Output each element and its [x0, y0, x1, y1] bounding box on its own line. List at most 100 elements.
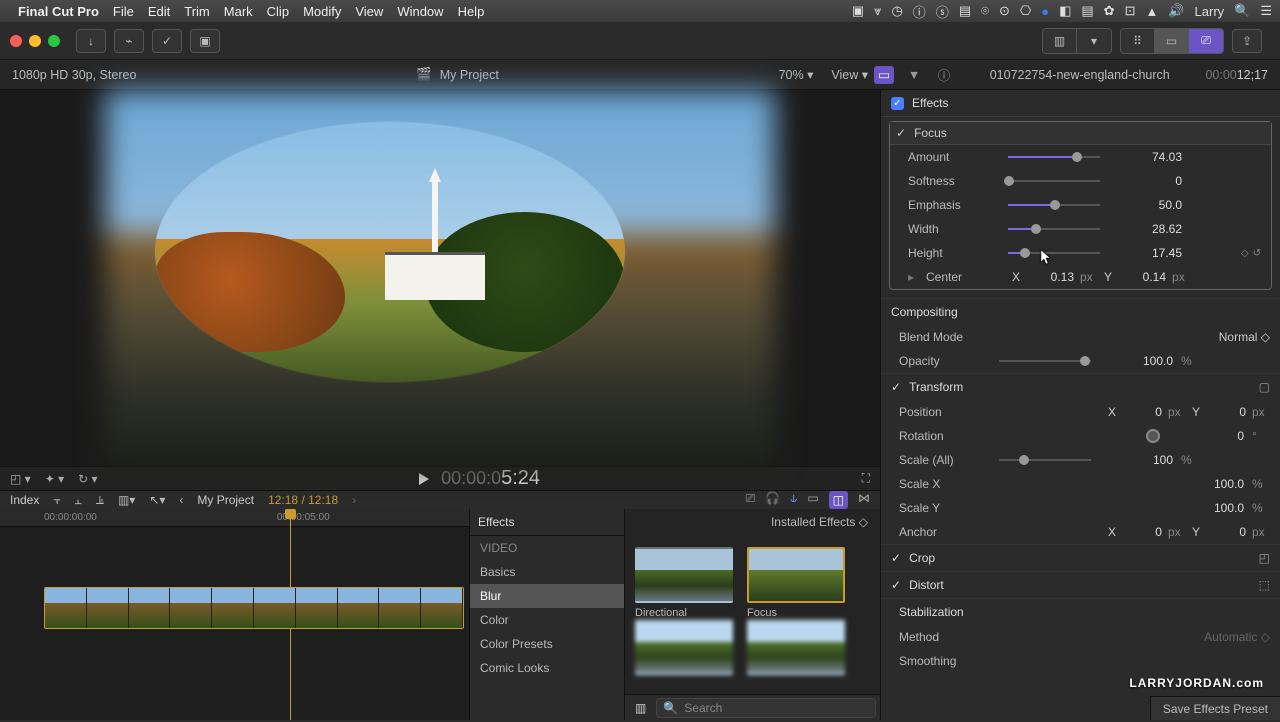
crop-icon[interactable]: ◰ [1259, 551, 1270, 565]
fx-thumb-directional[interactable]: Directional [635, 547, 733, 619]
keyword-button[interactable]: ⌁ [114, 29, 144, 53]
skimming-icon[interactable]: ▭ [807, 491, 818, 509]
menu-view[interactable]: View [355, 4, 383, 19]
timeline-project-name[interactable]: My Project [197, 493, 254, 507]
fx-cat-blur[interactable]: Blur [470, 584, 624, 608]
video-inspector-tab[interactable]: ▭ [874, 66, 894, 84]
zoom-window-icon[interactable] [48, 35, 60, 47]
viewer[interactable] [0, 90, 880, 466]
audio-meter-icon[interactable]: 🎧 [765, 491, 780, 509]
amount-slider[interactable] [1008, 156, 1100, 158]
index-button[interactable]: Index [10, 493, 39, 507]
trim-icon[interactable]: ⋈ [858, 491, 870, 509]
status-icon[interactable]: ◷ [891, 3, 902, 19]
library-toggle[interactable]: ▥ ▾ [1042, 28, 1112, 54]
transform-checkbox[interactable]: ✓ [891, 380, 901, 394]
menu-edit[interactable]: Edit [148, 4, 170, 19]
inspector-toggle-icon[interactable]: ⎚ [1189, 29, 1223, 53]
amount-value[interactable]: 74.03 [1112, 150, 1182, 164]
status-icon[interactable]: ⩔ [874, 3, 881, 19]
share-button[interactable]: ⇪ [1232, 29, 1262, 53]
fx-thumb-focus[interactable]: Focus [747, 547, 845, 619]
status-icon[interactable]: ▣ [852, 3, 864, 19]
status-icon[interactable]: ⓘ [913, 2, 926, 21]
status-icon[interactable]: ▤ [1081, 3, 1093, 19]
rotation-value[interactable]: 0 [1174, 429, 1244, 443]
position-x-value[interactable]: 0 [1122, 405, 1162, 419]
solo-icon[interactable]: ◫ [829, 491, 848, 509]
transform-icon[interactable]: ▢ [1259, 380, 1270, 394]
project-title[interactable]: My Project [440, 68, 499, 82]
center-y-value[interactable]: 0.14 [1118, 270, 1166, 284]
anchor-y-value[interactable]: 0 [1206, 525, 1246, 539]
volume-icon[interactable]: 🔊 [1168, 3, 1184, 19]
scale-all-slider[interactable] [999, 459, 1091, 461]
focus-checkbox[interactable]: ✓ [896, 126, 906, 140]
effects-search[interactable]: 🔍 Search [656, 698, 876, 718]
info-inspector-tab[interactable]: ⓘ [934, 66, 954, 84]
enhance-tool-dropdown[interactable]: ✦ ▾ [45, 472, 64, 486]
scale-x-value[interactable]: 100.0 [1174, 477, 1244, 491]
menu-clip[interactable]: Clip [267, 4, 289, 19]
zoom-dropdown[interactable]: 70% ▾ [779, 67, 814, 82]
scale-all-value[interactable]: 100 [1103, 453, 1173, 467]
reset-icon[interactable]: ↺ [1253, 248, 1261, 259]
menu-modify[interactable]: Modify [303, 4, 341, 19]
blend-mode-dropdown[interactable]: Normal ◇ [1219, 330, 1270, 344]
fullscreen-icon[interactable]: ⛶ [862, 471, 870, 485]
chevron-down-icon[interactable]: ▾ [1077, 29, 1111, 53]
installed-effects-dropdown[interactable]: Installed Effects ◇ [771, 515, 868, 529]
keyframe-icon[interactable]: ◇ [1241, 248, 1249, 259]
menu-mark[interactable]: Mark [224, 4, 253, 19]
grid-view-icon[interactable]: ⠿ [1121, 29, 1155, 53]
fx-cat-video[interactable]: VIDEO [470, 536, 624, 560]
opacity-value[interactable]: 100.0 [1103, 354, 1173, 368]
opacity-slider[interactable] [999, 360, 1091, 362]
softness-value[interactable]: 0 [1112, 174, 1182, 188]
status-icon[interactable]: ▤ [959, 3, 971, 19]
timeline[interactable]: 00:00:00:00 00:00:05:00 010722754-new-en… [0, 509, 470, 720]
fx-view-toggle[interactable]: ▥ [635, 701, 646, 715]
width-value[interactable]: 28.62 [1112, 222, 1182, 236]
filter-inspector-tab[interactable]: ▼ [904, 66, 924, 84]
fx-cat-color[interactable]: Color [470, 608, 624, 632]
browser-view-seg[interactable]: ⠿ ▭ ⎚ [1120, 28, 1224, 54]
retime-tool-dropdown[interactable]: ↻ ▾ [78, 472, 97, 486]
play-button[interactable] [419, 473, 429, 485]
distort-checkbox[interactable]: ✓ [891, 578, 901, 592]
history-back[interactable]: ‹ [179, 493, 183, 507]
transform-tool-dropdown[interactable]: ◰ ▾ [10, 472, 31, 486]
height-value[interactable]: 17.45 [1112, 246, 1182, 260]
library-icon[interactable]: ▥ [1043, 29, 1077, 53]
tl-display-options-icon[interactable]: ⎚ [746, 491, 756, 509]
timeline-ruler[interactable]: 00:00:00:00 00:00:05:00 [0, 509, 469, 527]
status-icon[interactable]: ◧ [1059, 3, 1071, 19]
height-slider[interactable] [1008, 252, 1100, 254]
timeline-clip[interactable]: 010722754-new-england-church [44, 587, 464, 629]
fx-cat-comic[interactable]: Comic Looks [470, 656, 624, 680]
user-name[interactable]: Larry [1195, 4, 1225, 19]
overwrite-clip-icon[interactable]: ▥▾ [118, 493, 135, 507]
distort-icon[interactable]: ⬚ [1259, 578, 1270, 592]
menu-help[interactable]: Help [458, 4, 485, 19]
emphasis-value[interactable]: 50.0 [1112, 198, 1182, 212]
softness-slider[interactable] [1008, 180, 1100, 182]
crop-checkbox[interactable]: ✓ [891, 551, 901, 565]
status-icon[interactable]: ⓢ [936, 2, 949, 21]
position-y-value[interactable]: 0 [1206, 405, 1246, 419]
menu-window[interactable]: Window [397, 4, 443, 19]
insert-clip-icon[interactable]: ⫠ [75, 493, 82, 508]
filmstrip-view-icon[interactable]: ▭ [1155, 29, 1189, 53]
emphasis-slider[interactable] [1008, 204, 1100, 206]
close-window-icon[interactable] [10, 35, 22, 47]
status-icon[interactable]: ✿ [1104, 3, 1115, 19]
background-tasks-button[interactable]: ✓ [152, 29, 182, 53]
fx-thumb[interactable] [747, 619, 845, 675]
center-x-value[interactable]: 0.13 [1026, 270, 1074, 284]
connect-clip-icon[interactable]: ⫟ [53, 493, 60, 508]
status-icon[interactable]: ⊙ [999, 3, 1010, 19]
status-icon[interactable]: ▲ [1145, 4, 1158, 19]
anchor-x-value[interactable]: 0 [1122, 525, 1162, 539]
fx-cat-color-presets[interactable]: Color Presets [470, 632, 624, 656]
menu-file[interactable]: File [113, 4, 134, 19]
